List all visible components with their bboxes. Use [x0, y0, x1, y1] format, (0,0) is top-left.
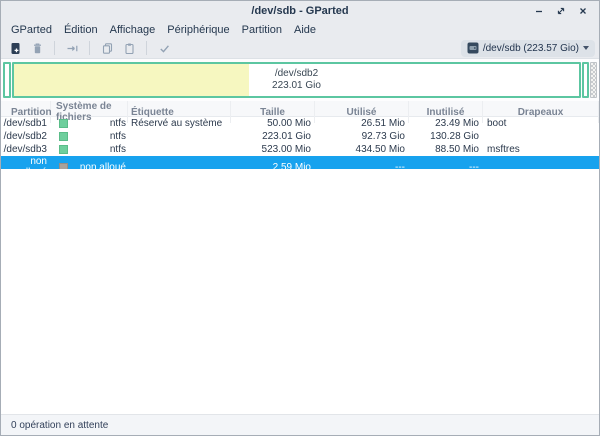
partition-segment-name: /dev/sdb2 [275, 68, 318, 80]
filesystem-name: ntfs [68, 144, 128, 155]
partition-segment-sdb3[interactable] [582, 62, 589, 98]
restore-button[interactable] [553, 4, 569, 18]
new-partition-button[interactable] [4, 39, 26, 58]
resize-move-button[interactable] [61, 39, 83, 58]
cell-flags: boot [483, 118, 599, 129]
trash-icon [31, 42, 44, 55]
device-selector-value: /dev/sdb (223.57 Gio) [483, 43, 579, 54]
table-header: Partition Système de fichiers Étiquette … [1, 101, 599, 117]
used-space-fill [14, 64, 249, 96]
device-selector[interactable]: /dev/sdb (223.57 Gio) [461, 40, 595, 57]
paste-button[interactable] [118, 39, 140, 58]
titlebar: /dev/sdb - GParted [1, 1, 599, 21]
close-button[interactable] [575, 4, 591, 18]
menu-edition[interactable]: Édition [58, 24, 104, 36]
minimize-button[interactable] [531, 4, 547, 18]
menu-peripherique[interactable]: Périphérique [161, 24, 235, 36]
chevron-down-icon [583, 46, 589, 50]
cell-partition: /dev/sdb3 [1, 144, 51, 155]
cell-filesystem: ntfs [51, 117, 128, 130]
pending-operations-text: 0 opération en attente [11, 420, 108, 431]
menu-gparted[interactable]: GParted [5, 24, 58, 36]
resize-move-icon [66, 42, 79, 55]
disk-bar: /dev/sdb2 223.01 Gio [3, 62, 597, 98]
toolbar: /dev/sdb (223.57 Gio) [1, 38, 599, 59]
menu-partition[interactable]: Partition [236, 24, 288, 36]
cell-filesystem: ntfs [51, 143, 128, 156]
table-row-sdb2[interactable]: /dev/sdb2 ntfs 223.01 Gio 92.73 Gio 130.… [1, 130, 599, 143]
cell-unused: 130.28 Gio [409, 131, 483, 142]
toolbar-separator [54, 41, 55, 55]
window-title: /dev/sdb - GParted [1, 5, 599, 17]
filesystem-color-swatch [59, 119, 68, 128]
toolbar-separator [146, 41, 147, 55]
cell-label: Réservé au système [128, 118, 231, 129]
partition-segment-size: 223.01 Gio [272, 80, 321, 92]
cell-partition: /dev/sdb1 [1, 118, 51, 129]
cell-size: 523.00 Mio [231, 144, 315, 155]
cell-size: 50.00 Mio [231, 118, 315, 129]
statusbar: 0 opération en attente [1, 414, 599, 435]
paste-icon [123, 42, 136, 55]
empty-area [1, 169, 599, 414]
cell-filesystem: ntfs [51, 130, 128, 143]
delete-partition-button[interactable] [26, 39, 48, 58]
filesystem-name: ntfs [68, 118, 128, 129]
filesystem-name: ntfs [68, 131, 128, 142]
cell-used: 92.73 Gio [315, 131, 409, 142]
menubar: GParted Édition Affichage Périphérique P… [1, 21, 599, 38]
table-row-unallocated[interactable]: non alloué non alloué 2.59 Mio --- --- [1, 156, 599, 169]
cell-flags: msftres [483, 144, 599, 155]
partition-segment-sdb1[interactable] [3, 62, 11, 98]
cell-partition: /dev/sdb2 [1, 131, 51, 142]
cell-unused: 88.50 Mio [409, 144, 483, 155]
cell-size: 223.01 Gio [231, 131, 315, 142]
cell-unused: 23.49 Mio [409, 118, 483, 129]
toolbar-separator [89, 41, 90, 55]
copy-button[interactable] [96, 39, 118, 58]
partition-segment-unallocated[interactable] [590, 62, 597, 98]
partition-table: Partition Système de fichiers Étiquette … [1, 101, 599, 169]
checkmark-icon [158, 42, 171, 55]
cell-used: 26.51 Mio [315, 118, 409, 129]
window-controls [531, 4, 599, 18]
table-row-sdb1[interactable]: /dev/sdb1 ntfs Réservé au système 50.00 … [1, 117, 599, 130]
copy-icon [101, 42, 114, 55]
hard-disk-icon [467, 42, 479, 54]
menu-aide[interactable]: Aide [288, 24, 322, 36]
apply-operations-button[interactable] [153, 39, 175, 58]
table-row-sdb3[interactable]: /dev/sdb3 ntfs 523.00 Mio 434.50 Mio 88.… [1, 143, 599, 156]
cell-used: 434.50 Mio [315, 144, 409, 155]
filesystem-color-swatch [59, 145, 68, 154]
partition-segment-sdb2[interactable]: /dev/sdb2 223.01 Gio [12, 62, 581, 98]
gparted-window: /dev/sdb - GParted GParted Édition Affic… [0, 0, 600, 436]
disk-visualization: /dev/sdb2 223.01 Gio [1, 59, 599, 101]
menu-affichage[interactable]: Affichage [104, 24, 162, 36]
filesystem-color-swatch [59, 132, 68, 141]
new-partition-icon [9, 42, 22, 55]
